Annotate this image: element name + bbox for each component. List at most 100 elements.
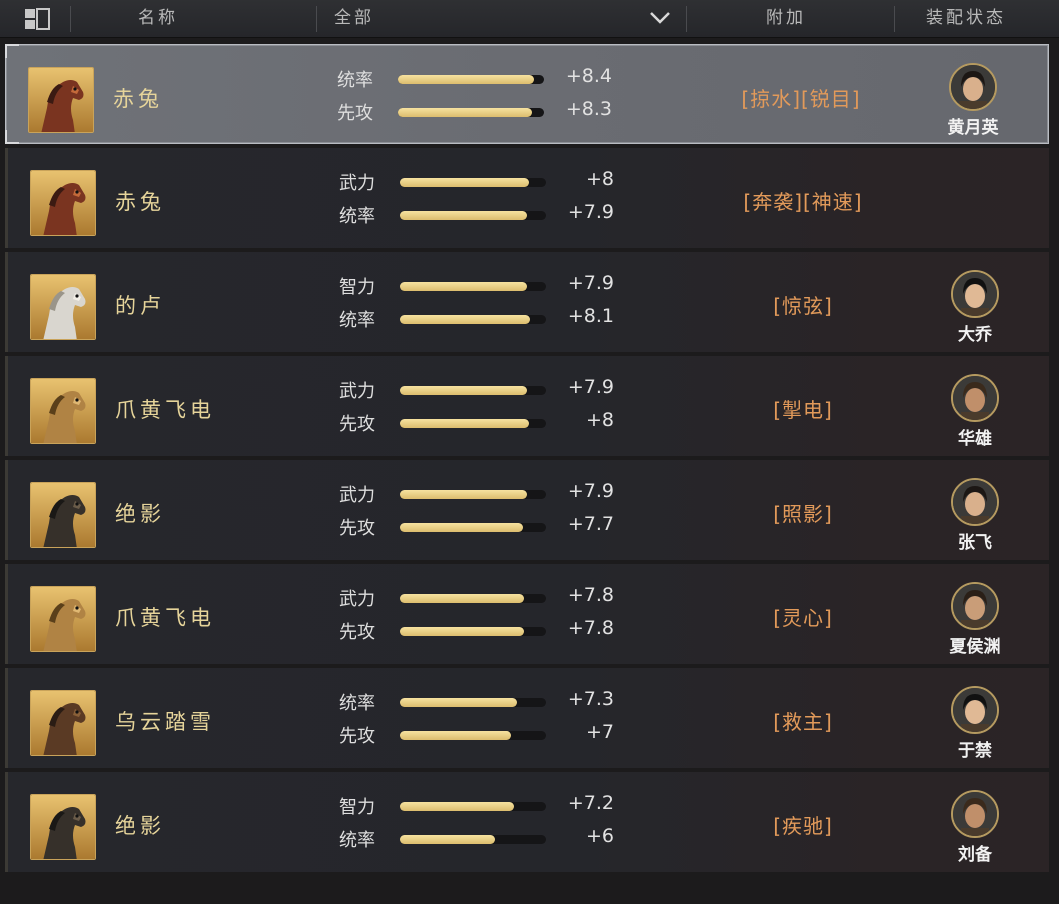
horse-row[interactable]: 赤兔 统率 +8.4 先攻 +8.3 [掠水][锐目] 黄月英 xyxy=(5,44,1049,144)
stat-bar-fill xyxy=(400,523,523,532)
stat-bar-fill xyxy=(400,802,514,811)
equipped-general[interactable]: 华雄 xyxy=(928,374,1022,449)
stat-value: +6 xyxy=(585,825,614,847)
stat-label: 先攻 xyxy=(339,622,375,643)
stat-value: +8 xyxy=(585,409,614,431)
horse-portrait-image xyxy=(29,68,93,132)
horse-name: 绝影 xyxy=(115,814,165,838)
equipped-general[interactable]: 大乔 xyxy=(928,270,1022,345)
stat-bar-fill xyxy=(400,698,517,707)
stat-label: 统率 xyxy=(339,830,375,851)
horse-portrait xyxy=(30,378,96,444)
stat-value: +7.8 xyxy=(567,617,614,639)
general-avatar xyxy=(951,686,999,734)
stat-label: 智力 xyxy=(339,277,375,298)
stat-bar xyxy=(400,802,546,811)
stat-bar-fill xyxy=(400,731,511,740)
horse-row[interactable]: 爪黄飞电 武力 +7.9 先攻 +8 [掣电] 华雄 xyxy=(5,356,1049,456)
stat-value: +7.9 xyxy=(567,480,614,502)
horse-portrait-image xyxy=(31,379,95,443)
general-avatar xyxy=(951,582,999,630)
stat-bar xyxy=(400,282,546,291)
header-name-column[interactable]: 名称 xyxy=(138,0,178,38)
extra-skills: [灵心] xyxy=(773,606,833,630)
layout-toggle-icon[interactable] xyxy=(24,8,50,30)
stat-bar-fill xyxy=(400,315,530,324)
equipped-general[interactable]: 夏侯渊 xyxy=(928,582,1022,657)
stat-bar-fill xyxy=(400,594,525,603)
horse-portrait-image xyxy=(31,691,95,755)
header-divider xyxy=(70,6,71,32)
horse-name: 赤兔 xyxy=(115,190,165,214)
equipped-general[interactable]: 黄月英 xyxy=(926,63,1020,138)
stat-value: +8 xyxy=(585,168,614,190)
stat-bar xyxy=(400,594,546,603)
general-avatar xyxy=(951,374,999,422)
horse-row[interactable]: 绝影 武力 +7.9 先攻 +7.7 [照影] 张飞 xyxy=(5,460,1049,560)
horse-portrait-image xyxy=(31,171,95,235)
stat-value: +7.9 xyxy=(567,201,614,223)
stat-value: +7.8 xyxy=(567,584,614,606)
stat-bar-fill xyxy=(400,282,527,291)
equipped-general[interactable]: 刘备 xyxy=(928,790,1022,865)
stat-label: 统率 xyxy=(337,70,373,91)
horse-row[interactable]: 绝影 智力 +7.2 统率 +6 [疾驰] 刘备 xyxy=(5,772,1049,872)
stat-value: +7.9 xyxy=(567,272,614,294)
horse-row[interactable]: 爪黄飞电 武力 +7.8 先攻 +7.8 [灵心] 夏侯渊 xyxy=(5,564,1049,664)
general-avatar xyxy=(951,790,999,838)
horse-name: 的卢 xyxy=(115,294,165,318)
horse-row[interactable]: 赤兔 武力 +8 统率 +7.9 [奔袭][神速] xyxy=(5,148,1049,248)
equipped-general[interactable]: 张飞 xyxy=(928,478,1022,553)
stat-label: 武力 xyxy=(339,173,375,194)
stat-value: +7.7 xyxy=(567,513,614,535)
horse-portrait xyxy=(30,586,96,652)
stat-value: +7.9 xyxy=(567,376,614,398)
horse-name: 赤兔 xyxy=(113,87,163,111)
stat-label: 武力 xyxy=(339,589,375,610)
horse-portrait xyxy=(30,170,96,236)
extra-skills: [奔袭][神速] xyxy=(743,190,863,214)
stat-bar xyxy=(400,211,546,220)
header-divider xyxy=(686,6,687,32)
selection-corner xyxy=(5,44,19,58)
stat-label: 武力 xyxy=(339,381,375,402)
extra-skills: [惊弦] xyxy=(773,294,833,318)
selection-corner xyxy=(5,130,19,144)
header-divider xyxy=(894,6,895,32)
stat-value: +8.4 xyxy=(565,65,612,87)
stat-bar xyxy=(400,627,546,636)
general-name: 黄月英 xyxy=(947,118,999,138)
chevron-down-icon[interactable] xyxy=(648,10,672,26)
stat-bar xyxy=(400,315,546,324)
stat-value: +8.3 xyxy=(565,98,612,120)
general-name: 张飞 xyxy=(958,533,992,553)
stat-label: 统率 xyxy=(339,206,375,227)
stat-label: 先攻 xyxy=(339,726,375,747)
horse-name: 乌云踏雪 xyxy=(115,710,215,734)
stat-value: +7.3 xyxy=(567,688,614,710)
stat-bar-fill xyxy=(400,490,527,499)
horse-portrait xyxy=(30,482,96,548)
stat-bar xyxy=(398,108,544,117)
general-name: 华雄 xyxy=(958,429,992,449)
horse-name: 爪黄飞电 xyxy=(115,398,215,422)
list-header: 名称 全部 附加 装配状态 xyxy=(0,0,1059,38)
horse-portrait-image xyxy=(31,795,95,859)
horse-name: 爪黄飞电 xyxy=(115,606,215,630)
stat-bar xyxy=(400,835,546,844)
stat-bar xyxy=(400,523,546,532)
horse-row[interactable]: 乌云踏雪 统率 +7.3 先攻 +7 [救主] 于禁 xyxy=(5,668,1049,768)
horse-list: 赤兔 统率 +8.4 先攻 +8.3 [掠水][锐目] 黄月英 赤兔 武力 +8… xyxy=(5,40,1049,876)
stat-bar xyxy=(400,731,546,740)
extra-skills: [照影] xyxy=(773,502,833,526)
general-name: 夏侯渊 xyxy=(949,637,1001,657)
stat-label: 智力 xyxy=(339,797,375,818)
filter-dropdown-label[interactable]: 全部 xyxy=(334,0,374,38)
header-extra-column: 附加 xyxy=(766,8,806,28)
stat-bar-fill xyxy=(398,108,533,117)
equipped-general[interactable]: 于禁 xyxy=(928,686,1022,761)
horse-portrait-image xyxy=(31,483,95,547)
horse-row[interactable]: 的卢 智力 +7.9 统率 +8.1 [惊弦] 大乔 xyxy=(5,252,1049,352)
extra-skills: [掣电] xyxy=(773,398,833,422)
stat-bar xyxy=(400,698,546,707)
